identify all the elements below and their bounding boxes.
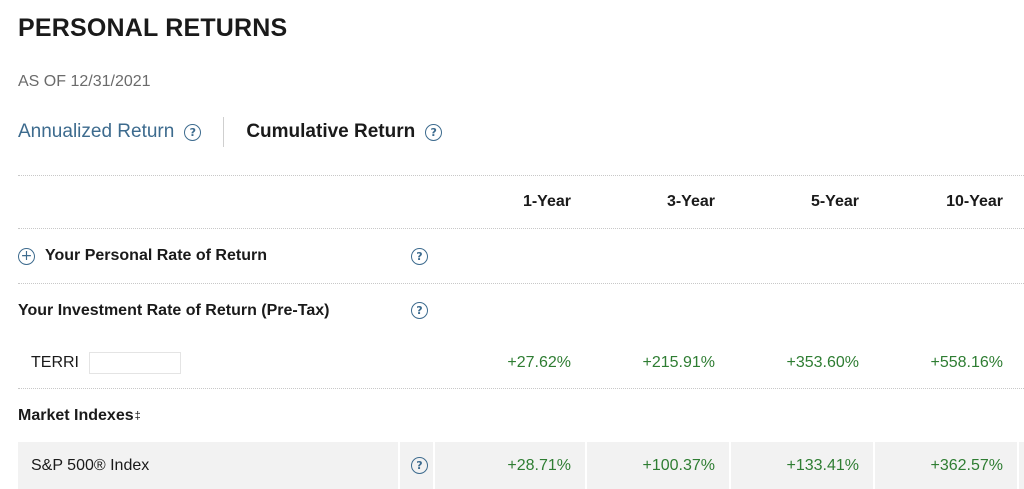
investment-rate-label: Your Investment Rate of Return (Pre-Tax) — [18, 301, 330, 319]
market-indexes-label: Market Indexes — [18, 406, 134, 424]
index-name: S&P 500® Index — [31, 456, 150, 474]
column-header-5-year: 5-Year — [810, 193, 859, 210]
returns-table: 1-Year 3-Year 5-Year 10-Year + Your Pers… — [18, 175, 1024, 489]
as-of-date: AS OF 12/31/2021 — [18, 73, 151, 90]
help-icon[interactable]: ? — [184, 123, 202, 141]
footnote-mark: ‡ — [134, 409, 141, 422]
tab-divider — [223, 117, 225, 147]
table-row: S&P 500® Index ? +28.71% +100.37% +133.4… — [18, 442, 1024, 489]
redacted-account-number — [89, 351, 181, 374]
column-header-10-year: 10-Year — [946, 193, 1003, 210]
help-icon[interactable]: ? — [411, 247, 428, 265]
table-header-row: 1-Year 3-Year 5-Year 10-Year — [18, 175, 1024, 229]
tab-cumulative-label[interactable]: Cumulative Return — [246, 121, 415, 143]
index-return-5-year: +133.41% — [786, 456, 859, 474]
page-title: PERSONAL RETURNS — [18, 14, 288, 42]
tab-cumulative-return[interactable]: Cumulative Return ? — [246, 121, 443, 143]
table-row: TERRI +27.62% +215.91% +353.60% +558.16% — [18, 337, 1024, 388]
help-icon[interactable]: ? — [425, 123, 443, 141]
account-return-1-year: +27.62% — [507, 353, 571, 371]
tab-annualized-label[interactable]: Annualized Return — [18, 121, 174, 143]
account-return-3-year: +215.91% — [642, 353, 715, 371]
account-return-5-year: +353.60% — [786, 353, 859, 371]
personal-rate-row: + Your Personal Rate of Return ? — [18, 229, 1024, 283]
index-return-1-year: +28.71% — [507, 456, 571, 474]
account-name: TERRI — [31, 353, 79, 371]
account-return-10-year: +558.16% — [930, 353, 1003, 371]
column-header-1-year: 1-Year — [522, 193, 571, 210]
expand-icon[interactable]: + — [18, 247, 35, 265]
return-type-tabs: Annualized Return ? Cumulative Return ? — [18, 117, 443, 147]
index-return-10-year: +362.57% — [930, 456, 1003, 474]
investment-rate-header: Your Investment Rate of Return (Pre-Tax)… — [18, 283, 1024, 337]
help-icon[interactable]: ? — [411, 457, 428, 474]
help-icon[interactable]: ? — [411, 302, 428, 319]
personal-rate-label: Your Personal Rate of Return — [45, 247, 267, 264]
column-header-3-year: 3-Year — [666, 193, 715, 210]
tab-annualized-return[interactable]: Annualized Return ? — [18, 121, 202, 143]
market-indexes-header: Market Indexes ‡ — [18, 388, 1024, 442]
index-return-3-year: +100.37% — [642, 456, 715, 474]
